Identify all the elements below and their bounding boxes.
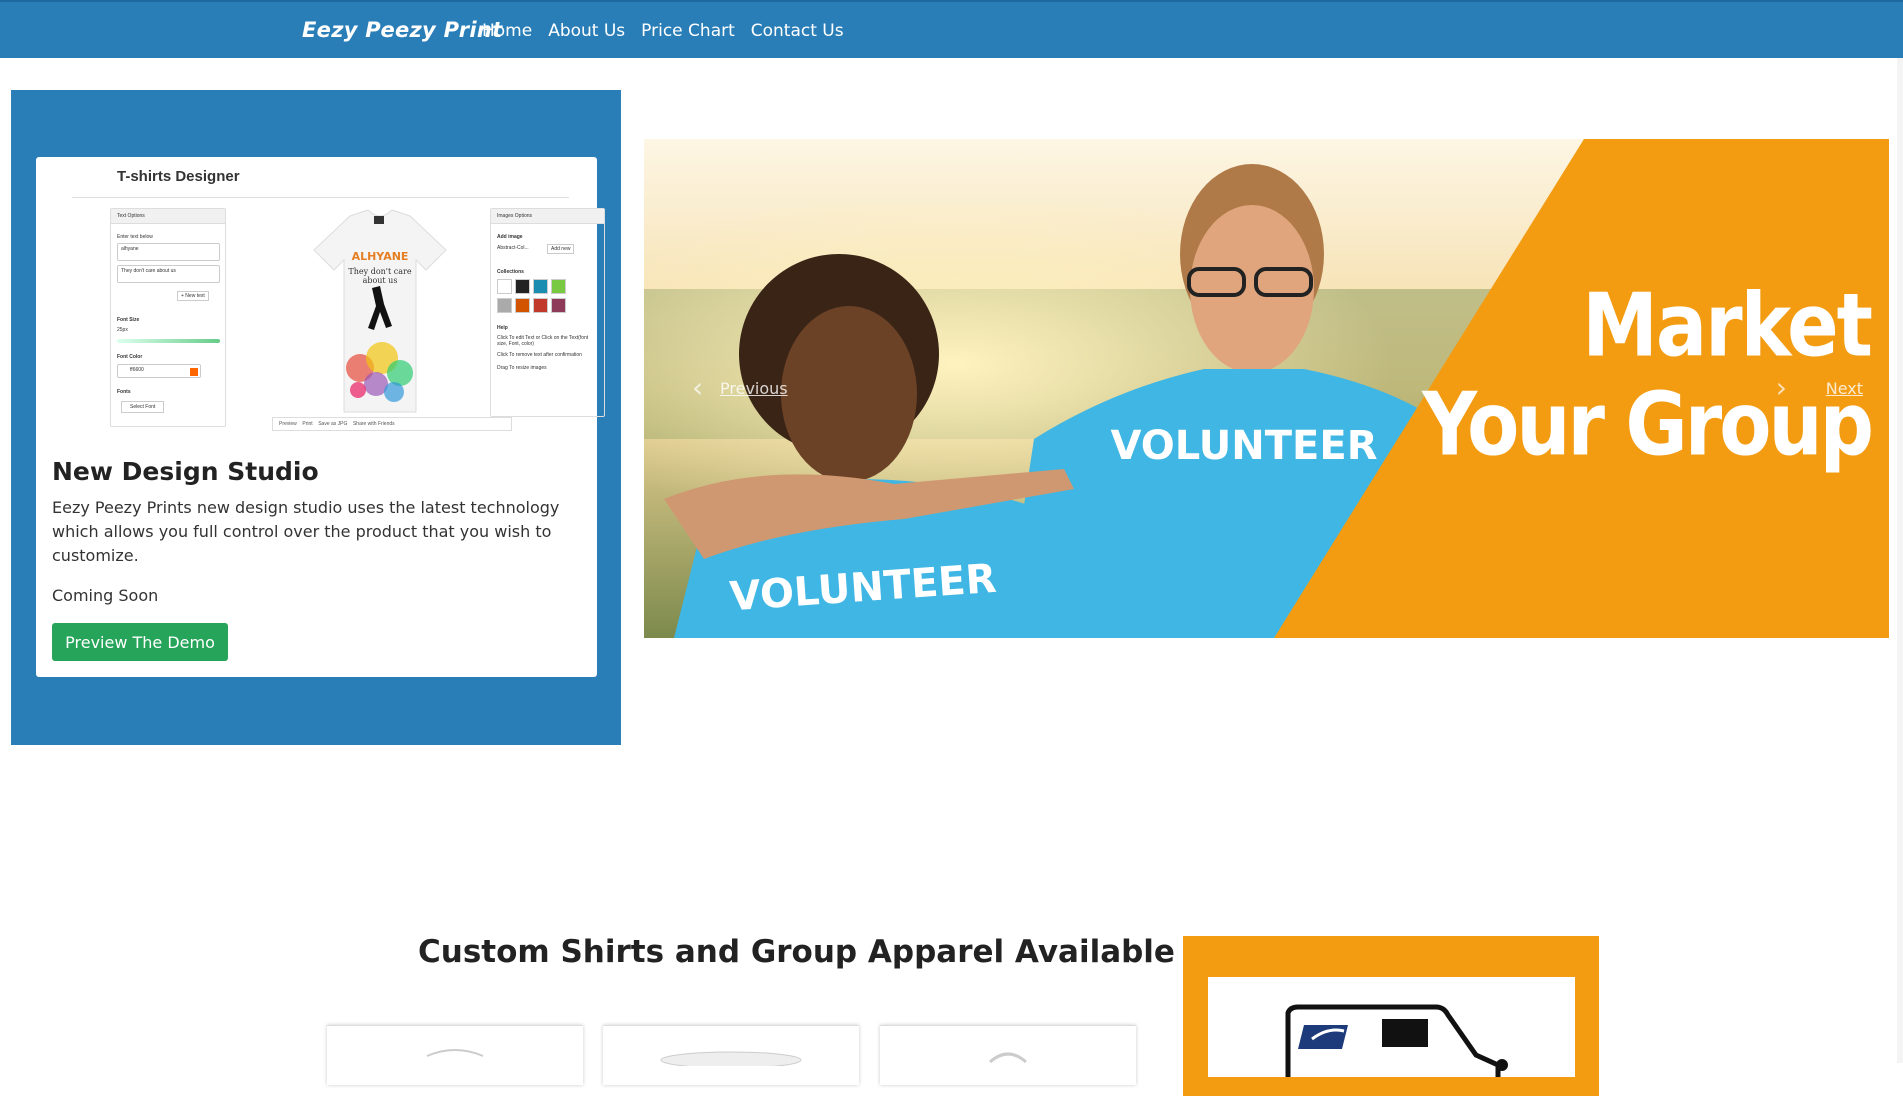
collection-swatch-gray (497, 298, 512, 313)
banner-headline: Market Your Group (1422, 273, 1874, 476)
mockup-text-options-panel: Text Options Enter text below alhyane Th… (110, 208, 226, 427)
mockup-font-size-value: 25px (117, 327, 128, 333)
nav-home-link[interactable]: Home (482, 21, 532, 41)
mockup-collections-label: Collections (497, 269, 524, 275)
mockup-help-label: Help (497, 325, 508, 331)
mockup-font-size-label: Font Size (117, 317, 140, 323)
hero-carousel: VOLUNTEER VOLUNTEER Market Your Group ‹ … (644, 139, 1889, 638)
mockup-select-font-button: Select Font (121, 401, 165, 413)
nav-links: Home About Us Price Chart Contact Us (482, 21, 844, 41)
carousel-previous-link[interactable]: Previous (720, 379, 788, 398)
collection-swatch-red (533, 298, 548, 313)
collection-swatch-white (497, 279, 512, 294)
mockup-fonts-label: Fonts (117, 389, 131, 395)
mockup-new-text-button: + New text (177, 291, 209, 301)
mockup-add-image-value: Abstract-Col... (497, 245, 529, 251)
nav-price-chart-link[interactable]: Price Chart (641, 21, 735, 41)
delivery-truck-icon (1285, 1004, 1508, 1077)
mockup-enter-text-label: Enter text below (117, 234, 153, 240)
shipping-card (1208, 977, 1575, 1077)
product-item-image (989, 1052, 1027, 1064)
mockup-font-color-value: ff6600 (130, 367, 144, 373)
mockup-title: T-shirts Designer (72, 157, 569, 198)
mockup-text-options-heading: Text Options (111, 209, 225, 224)
nav-contact-link[interactable]: Contact Us (751, 21, 844, 41)
banner-line-2: Your Group (1422, 372, 1874, 476)
page-scrollbar[interactable] (1897, 58, 1903, 1063)
collection-swatch-orange (515, 298, 530, 313)
feature-status: Coming Soon (52, 586, 159, 605)
feature-card: T-shirts Designer Text Options Enter tex… (36, 157, 605, 677)
mockup-text-field-value: alhyane (121, 246, 139, 252)
mockup-text-field-2-value: They don't care about us (121, 268, 176, 274)
feature-panel: T-shirts Designer Text Options Enter tex… (11, 90, 621, 745)
mockup-help-1: Click To edit Text or Click on the Text(… (497, 335, 589, 347)
nav-about-link[interactable]: About Us (548, 21, 625, 41)
section-title: Custom Shirts and Group Apparel Availabl… (418, 934, 1175, 970)
designer-mockup-image: T-shirts Designer Text Options Enter tex… (72, 157, 605, 442)
mockup-bottom-toolbar: Preview Print Save as JPG Share with Fri… (272, 417, 512, 431)
feature-title: New Design Studio (52, 457, 319, 486)
mockup-font-color-label: Font Color (117, 354, 143, 360)
brand-logo[interactable]: Eezy Peezy Print (302, 18, 502, 42)
banner-line-1: Market (1582, 273, 1873, 377)
collection-swatch-green (551, 279, 566, 294)
collection-swatch-maroon (551, 298, 566, 313)
mockup-share-label: Share with Friends (352, 421, 395, 427)
collection-swatch-blue (533, 279, 548, 294)
mockup-add-new-button: Add new (547, 244, 575, 254)
tshirt-text-line-3: about us (363, 276, 398, 285)
mockup-help-3: Drag To resize images (497, 365, 547, 371)
preview-demo-button[interactable]: Preview The Demo (52, 623, 228, 661)
tshirt-text-line-1: ALHYANE (352, 250, 409, 263)
mockup-print-label: Print (302, 421, 313, 427)
collection-swatch-black (515, 279, 530, 294)
mockup-save-jpg-label: Save as JPG (318, 421, 348, 427)
top-navbar: Eezy Peezy Print Home About Us Price Cha… (0, 0, 1903, 58)
mockup-preview-label: Preview (279, 421, 297, 427)
tshirt-text-line-2: They don't care (348, 267, 411, 276)
mockup-add-image-label: Add image (497, 234, 523, 240)
product-card[interactable] (880, 1025, 1136, 1085)
mockup-text-field-2: They don't care about us (117, 265, 220, 283)
shirt-text-right: VOLUNTEER (1110, 423, 1377, 469)
mockup-images-options-heading: Images Options (491, 209, 604, 224)
chevron-right-icon[interactable]: › (1776, 371, 1787, 404)
product-card[interactable] (603, 1025, 859, 1085)
mockup-font-color-field: ff6600 (117, 364, 201, 378)
mockup-images-options-panel: Images Options Add image Abstract-Col...… (490, 208, 605, 417)
product-mug-image (660, 1051, 802, 1069)
mockup-font-size-slider (117, 339, 220, 343)
mockup-text-field: alhyane (117, 243, 220, 261)
mockup-help-2: Click To remove text after confirmation (497, 352, 582, 358)
tshirt-preview-image: ALHYANE They don't care about us (313, 209, 447, 413)
product-card[interactable] (327, 1025, 583, 1085)
product-shirt-image (426, 1049, 484, 1057)
carousel-next-link[interactable]: Next (1826, 379, 1863, 398)
mockup-color-swatch (190, 368, 198, 376)
chevron-left-icon[interactable]: ‹ (692, 371, 703, 404)
feature-description: Eezy Peezy Prints new design studio uses… (52, 498, 560, 565)
